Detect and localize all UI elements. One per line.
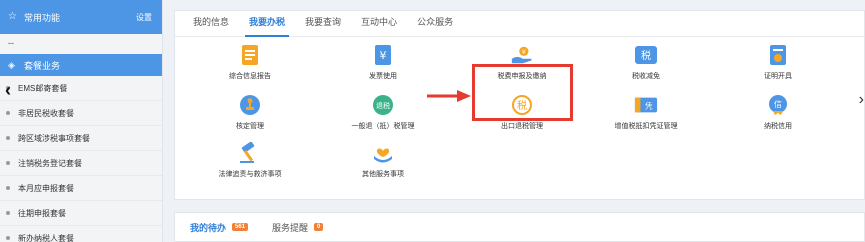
svg-text:凭: 凭 [645, 102, 653, 111]
svg-text:税: 税 [641, 49, 651, 62]
service-item-tax-credit[interactable]: 信 纳税信用 [718, 93, 838, 131]
sidebar-section-package[interactable]: ◈ 套餐业务 [0, 54, 162, 76]
sidebar-item-label: 注销税务登记套餐 [18, 158, 82, 168]
tab-query[interactable]: 我要查询 [295, 15, 351, 36]
bullet-icon [6, 111, 10, 115]
bullet-icon [6, 236, 10, 240]
tab-service-reminder[interactable]: 服务提醒 0 [272, 221, 324, 234]
tab-my-todo[interactable]: 我的待办 561 [190, 221, 249, 234]
certificate-icon [766, 43, 790, 67]
highlight-box [472, 64, 573, 121]
sidebar-item-label: 跨区域涉税事项套餐 [18, 133, 90, 143]
sidebar-item-label: 新办纳税人套餐 [18, 233, 74, 242]
sidebar-item-label: 本月应申报套餐 [18, 183, 74, 193]
sidebar-item[interactable]: 注销税务登记套餐 [0, 151, 162, 176]
sidebar-item[interactable]: 跨区域涉税事项套餐 [0, 126, 162, 151]
service-label: 增值税抵扣凭证管理 [614, 123, 678, 130]
tab-label: 服务提醒 [272, 222, 309, 233]
service-label: 税收减免 [632, 73, 660, 80]
layers-icon: ◈ [8, 60, 15, 70]
tab-my-info[interactable]: 我的信息 [183, 15, 239, 36]
service-label: 一般退（抵）税管理 [351, 123, 415, 130]
tab-interaction[interactable]: 互动中心 [351, 15, 407, 36]
arrow-right-icon [427, 90, 471, 102]
sidebar-item-label: 往期申报套餐 [18, 208, 66, 218]
todo-card: 我的待办 561 服务提醒 0 [174, 212, 865, 242]
bullet-icon [6, 186, 10, 190]
bullet-icon [6, 136, 10, 140]
bullet-icon [6, 161, 10, 165]
sidebar-item[interactable]: 本月应申报套餐 [0, 176, 162, 201]
service-grid: 综合信息报告 ¥ 发票使用 ¥ 税费申报及缴纳 税 税收减免 证明开具 核定管理… [175, 43, 865, 183]
tab-public-service[interactable]: 公众服务 [407, 15, 463, 36]
stamp-icon [238, 93, 262, 117]
main-content: 我的信息 我要办税 我要查询 互动中心 公众服务 综合信息报告 ¥ 发票使用 ¥… [174, 0, 865, 242]
credit-icon: 信 [766, 93, 790, 117]
settings-link[interactable]: 设置 [136, 12, 152, 23]
sidebar-list: EMS邮寄套餐 非居民税收套餐 跨区域涉税事项套餐 注销税务登记套餐 本月应申报… [0, 76, 162, 242]
service-label: 证明开具 [764, 73, 792, 80]
sidebar-item-label: 非居民税收套餐 [18, 108, 74, 118]
service-label: 出口退税管理 [501, 123, 543, 130]
document-icon [238, 43, 262, 67]
sidebar-item[interactable]: EMS邮寄套餐 [0, 76, 162, 101]
heart-hand-icon [371, 141, 395, 165]
service-item-invoice[interactable]: ¥ 发票使用 [323, 43, 443, 81]
tab-label: 我的待办 [190, 222, 227, 233]
svg-text:¥: ¥ [380, 49, 387, 62]
chevron-left-icon[interactable]: ‹ [5, 80, 11, 101]
tab-do-tax[interactable]: 我要办税 [239, 15, 295, 37]
svg-text:退税: 退税 [376, 101, 390, 110]
refund-icon: 退税 [371, 93, 395, 117]
service-item-info-report[interactable]: 综合信息报告 [190, 43, 310, 81]
service-item-certificate[interactable]: 证明开具 [718, 43, 838, 81]
chevron-right-icon[interactable]: › [859, 91, 864, 109]
tab-bar: 我的信息 我要办税 我要查询 互动中心 公众服务 [175, 11, 864, 37]
service-label: 核定管理 [236, 123, 264, 130]
service-label: 其他服务事项 [362, 171, 404, 178]
svg-text:¥: ¥ [522, 48, 526, 56]
service-card: 我的信息 我要办税 我要查询 互动中心 公众服务 综合信息报告 ¥ 发票使用 ¥… [174, 10, 865, 200]
tax-relief-icon: 税 [634, 43, 658, 67]
count-badge: 561 [232, 223, 249, 231]
sidebar: ☆ 常用功能 设置 -- ◈ 套餐业务 EMS邮寄套餐 非居民税收套餐 跨区域涉… [0, 0, 163, 242]
invoice-icon: ¥ [371, 43, 395, 67]
service-item-assessment[interactable]: 核定管理 [190, 93, 310, 131]
voucher-icon: 凭 [634, 93, 658, 117]
service-label: 纳税信用 [764, 123, 792, 130]
service-item-other[interactable]: 其他服务事项 [323, 141, 443, 179]
gavel-icon [238, 141, 262, 165]
service-label: 综合信息报告 [229, 73, 271, 80]
sidebar-item[interactable]: 非居民税收套餐 [0, 101, 162, 126]
sidebar-header-title: 常用功能 [24, 12, 61, 23]
service-label: 发票使用 [369, 73, 397, 80]
service-item-tax-relief[interactable]: 税 税收减免 [586, 43, 706, 81]
service-item-general-refund[interactable]: 退税 一般退（抵）税管理 [323, 93, 443, 131]
sidebar-header: ☆ 常用功能 设置 [0, 0, 162, 34]
sidebar-item-label: EMS邮寄套餐 [18, 83, 68, 93]
sidebar-placeholder: -- [8, 38, 14, 48]
service-label: 法律追责与救济事项 [218, 171, 282, 178]
sidebar-item[interactable]: 新办纳税人套餐 [0, 226, 162, 242]
count-badge: 0 [314, 223, 324, 231]
sidebar-item[interactable]: 往期申报套餐 [0, 201, 162, 226]
bullet-icon [6, 211, 10, 215]
service-item-vat-voucher[interactable]: 凭 增值税抵扣凭证管理 [586, 93, 706, 131]
star-icon: ☆ [8, 11, 17, 22]
svg-text:信: 信 [774, 99, 782, 109]
service-item-legal[interactable]: 法律追责与救济事项 [190, 141, 310, 179]
sidebar-section-title: 套餐业务 [24, 60, 61, 71]
